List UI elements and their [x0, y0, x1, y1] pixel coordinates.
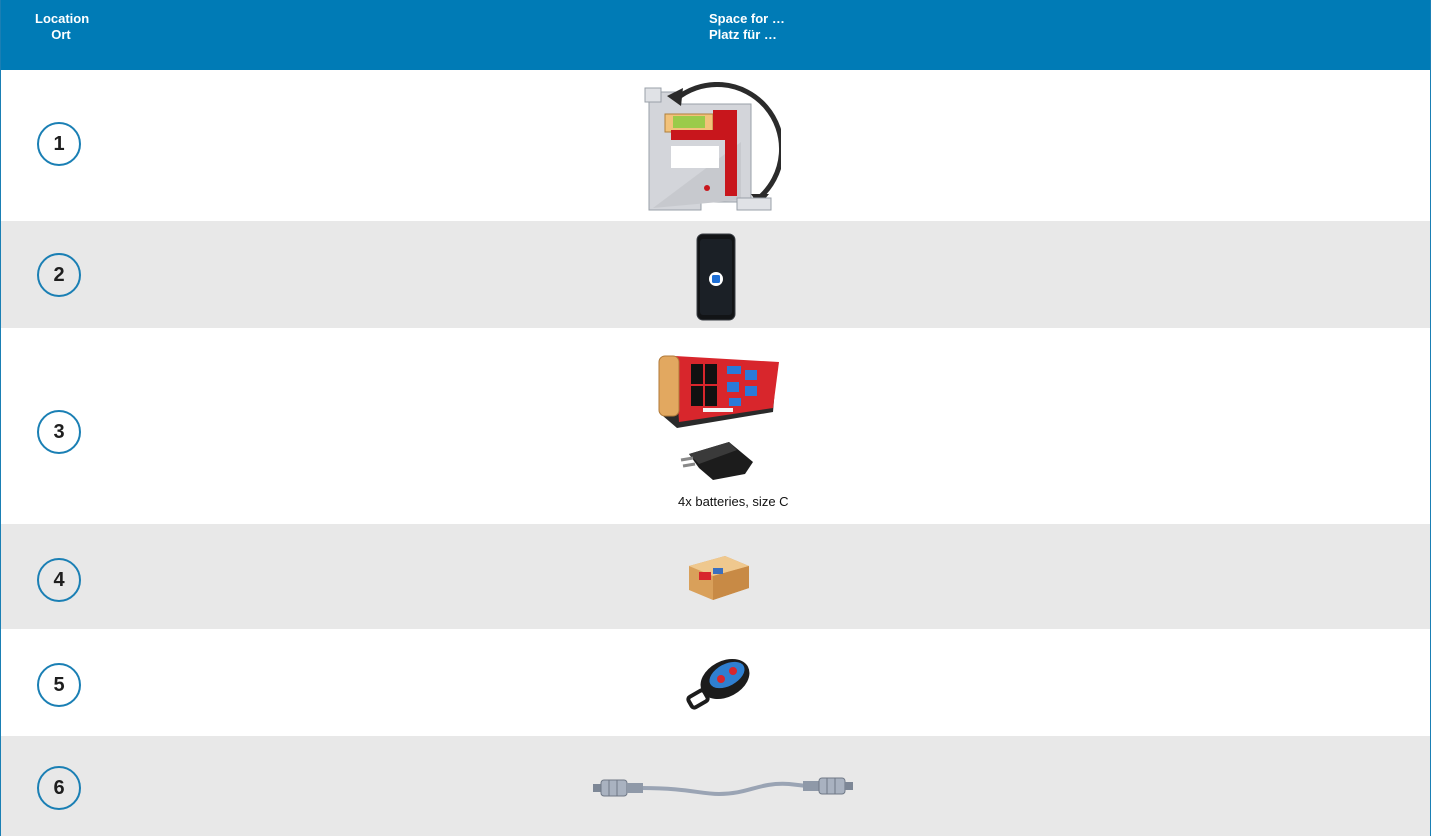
location-number-badge: 3: [37, 410, 81, 454]
control-unit-icon: [658, 355, 779, 428]
table-row: 6: [1, 736, 1430, 836]
table-header: Location Ort Space for … Platz für …: [1, 0, 1430, 70]
space-column-header: Space for … Platz für …: [709, 11, 785, 43]
angle-measuring-device-icon: [644, 82, 781, 211]
location-header-de: Ort: [51, 27, 71, 42]
space-header-en: Space for …: [709, 11, 785, 26]
connection-cable-icon: [593, 777, 853, 797]
storage-layout-table: Location Ort Space for … Platz für … 1 2: [0, 0, 1431, 836]
table-row: 4: [1, 524, 1430, 629]
remote-key-fob-icon: [686, 658, 750, 710]
batteries-caption: 4x batteries, size C: [678, 494, 789, 509]
table-row: 5: [1, 629, 1430, 736]
location-number-badge: 6: [37, 766, 81, 810]
location-header-en: Location: [35, 11, 90, 26]
location-number-badge: 5: [37, 663, 81, 707]
table-row: 1: [1, 70, 1430, 221]
table-row: 3 4x batteries, size C: [1, 328, 1430, 524]
location-number-badge: 1: [37, 122, 81, 166]
location-number-badge: 2: [37, 253, 81, 297]
location-column-header: Location Ort: [35, 11, 90, 43]
space-header-de: Platz für …: [709, 27, 777, 42]
receiver-box-icon: [689, 556, 749, 600]
smartphone-icon: [696, 233, 736, 321]
table-row: 2: [1, 221, 1430, 328]
power-adapter-icon: [680, 442, 753, 480]
location-number-badge: 4: [37, 558, 81, 602]
